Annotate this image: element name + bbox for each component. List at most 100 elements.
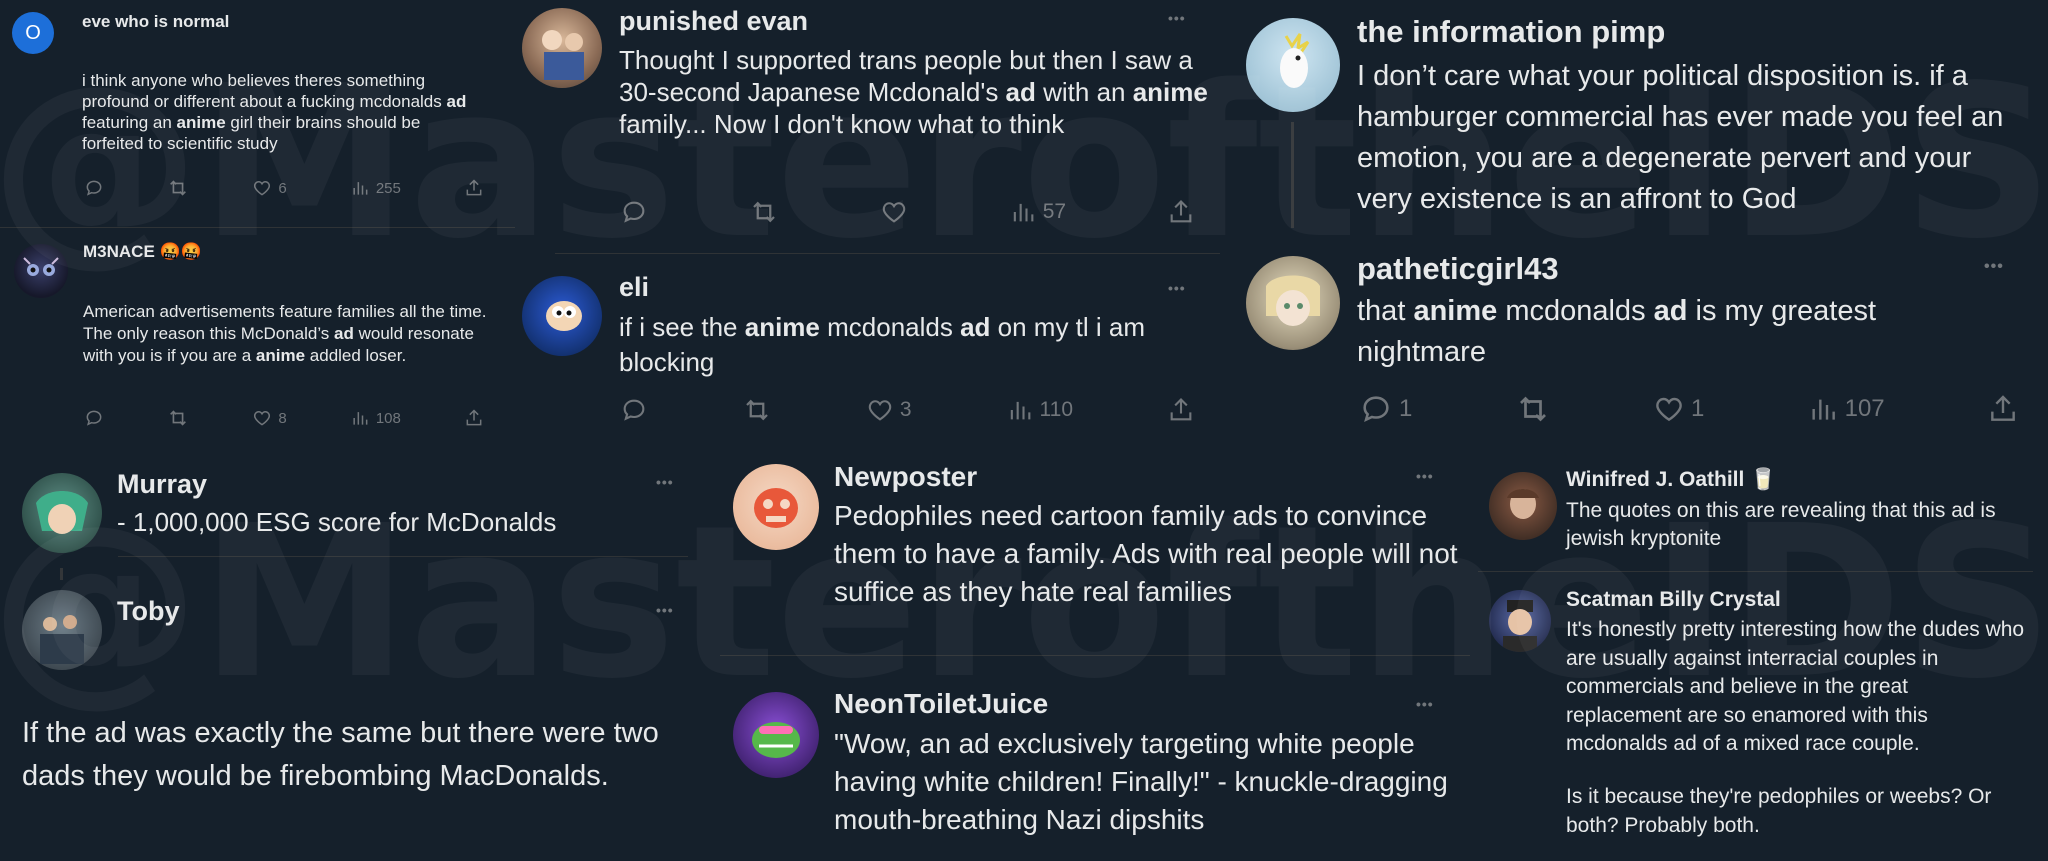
like-count: 1 <box>1690 395 1705 422</box>
action-bar-m3nace: 8 108 <box>84 407 484 429</box>
tweet-text: Thought I supported trans people but the… <box>619 44 1209 140</box>
author-name[interactable]: eli <box>619 272 649 303</box>
more-options-icon[interactable]: ••• <box>1168 280 1186 296</box>
highlight-term: anime <box>176 113 226 132</box>
avatar[interactable] <box>522 276 602 356</box>
like-button[interactable] <box>880 198 908 226</box>
tweet-text: "Wow, an ad exclusively targeting white … <box>834 728 1448 835</box>
action-bar-eli: 3 110 <box>620 395 1195 425</box>
heart-icon <box>868 400 892 421</box>
repost-button[interactable] <box>167 177 189 199</box>
reply-button[interactable] <box>84 408 104 428</box>
cockatoo-icon <box>1280 33 1310 88</box>
reply-button[interactable] <box>620 198 648 226</box>
heart-icon <box>882 202 906 223</box>
anime-character-icon <box>36 491 88 534</box>
author-name[interactable]: Murray <box>117 469 207 500</box>
author-name[interactable]: Winifred J. Oathill 🥛 <box>1566 468 1776 492</box>
share-button[interactable] <box>1167 396 1195 424</box>
author-name[interactable]: eve who is normal <box>82 12 229 32</box>
tweet-text: It's honestly pretty interesting how the… <box>1566 618 2025 755</box>
highlight-term: ad <box>1005 77 1036 107</box>
avatar[interactable] <box>733 464 819 550</box>
avatar[interactable] <box>1246 18 1340 112</box>
like-button[interactable]: 1 <box>1653 393 1704 425</box>
more-options-icon[interactable]: ••• <box>656 602 674 618</box>
share-icon <box>1991 395 2015 421</box>
repost-icon <box>746 399 768 421</box>
tweet-text: i think anyone who believes theres somet… <box>82 70 482 154</box>
highlight-term: anime <box>1413 295 1498 327</box>
more-options-icon[interactable]: ••• <box>1416 468 1434 484</box>
more-options-icon[interactable]: ••• <box>1168 10 1186 26</box>
views-button[interactable]: 108 <box>350 408 401 428</box>
author-name[interactable]: Toby <box>117 596 180 627</box>
author-name[interactable]: patheticgirl43 <box>1357 251 1559 287</box>
like-count: 6 <box>278 179 287 197</box>
more-options-icon[interactable]: ••• <box>656 474 674 490</box>
share-button[interactable] <box>1987 393 2019 425</box>
reply-button[interactable]: 1 <box>1359 392 1412 426</box>
heart-icon <box>254 180 271 196</box>
divider <box>1478 571 2033 572</box>
avatar[interactable] <box>733 692 819 778</box>
more-options-icon[interactable]: ••• <box>1984 258 2004 276</box>
heart-icon <box>254 410 271 426</box>
action-bar-pathetic: 1 1 107 <box>1359 391 2019 427</box>
view-count: 108 <box>375 409 401 427</box>
highlight-term: ad <box>446 92 467 111</box>
more-options-icon[interactable]: ••• <box>1416 696 1434 712</box>
views-button[interactable]: 255 <box>350 178 401 198</box>
repost-button[interactable] <box>167 407 189 429</box>
repost-button[interactable] <box>749 197 779 227</box>
share-icon <box>466 179 482 196</box>
text-segment: family... Now I don't know what to think <box>619 109 1065 139</box>
text-segment: that <box>1357 295 1414 327</box>
avatar[interactable] <box>1246 256 1340 350</box>
share-button[interactable] <box>464 408 484 428</box>
repost-button[interactable] <box>1515 391 1551 427</box>
avatar[interactable] <box>22 473 102 553</box>
portrait-icon <box>1507 489 1539 519</box>
views-button[interactable]: 57 <box>1009 198 1066 226</box>
avatar[interactable] <box>1489 472 1557 540</box>
repost-button[interactable] <box>742 395 772 425</box>
like-button[interactable]: 3 <box>866 396 912 424</box>
reply-button[interactable] <box>620 396 648 424</box>
share-button[interactable] <box>464 178 484 198</box>
like-count: 3 <box>899 398 912 421</box>
text-segment: if i see the <box>619 312 745 342</box>
text-segment: addled loser. <box>305 346 407 365</box>
avatar[interactable] <box>14 244 68 298</box>
avatar[interactable] <box>22 590 102 670</box>
reply-button[interactable] <box>84 178 104 198</box>
thread-line <box>60 568 63 580</box>
avatar-letter: O <box>25 21 41 44</box>
author-name[interactable]: punished evan <box>619 6 808 37</box>
share-button[interactable] <box>1167 198 1195 226</box>
like-button[interactable]: 8 <box>252 408 287 428</box>
tweet-text: The quotes on this are revealing that th… <box>1566 499 1996 550</box>
avatar[interactable]: O <box>12 12 54 54</box>
avatar[interactable] <box>1489 590 1551 652</box>
author-name[interactable]: Scatman Billy Crystal <box>1566 588 1781 612</box>
author-name[interactable]: the information pimp <box>1357 14 1665 50</box>
highlight-term: ad <box>960 312 991 342</box>
views-icon <box>1013 203 1034 222</box>
views-button[interactable]: 110 <box>1006 396 1073 424</box>
repost-icon <box>170 180 187 196</box>
highlight-term: ad <box>334 324 354 343</box>
author-name[interactable]: NeonToiletJuice <box>834 688 1048 720</box>
author-name[interactable]: M3NACE 🤬🤬 <box>83 242 202 262</box>
like-button[interactable]: 6 <box>252 178 287 198</box>
tweet-text: that anime mcdonalds ad is my greatest n… <box>1357 291 1997 373</box>
avatar[interactable] <box>522 8 602 88</box>
views-button[interactable]: 107 <box>1807 393 1885 425</box>
views-icon <box>1010 401 1030 420</box>
share-icon <box>466 409 482 426</box>
action-bar-eve: 6 255 <box>84 177 484 199</box>
share-icon <box>1170 200 1192 223</box>
author-name[interactable]: Newposter <box>834 461 977 493</box>
repost-icon <box>170 410 187 426</box>
tweet-text: Pedophiles need cartoon family ads to co… <box>834 500 1458 607</box>
